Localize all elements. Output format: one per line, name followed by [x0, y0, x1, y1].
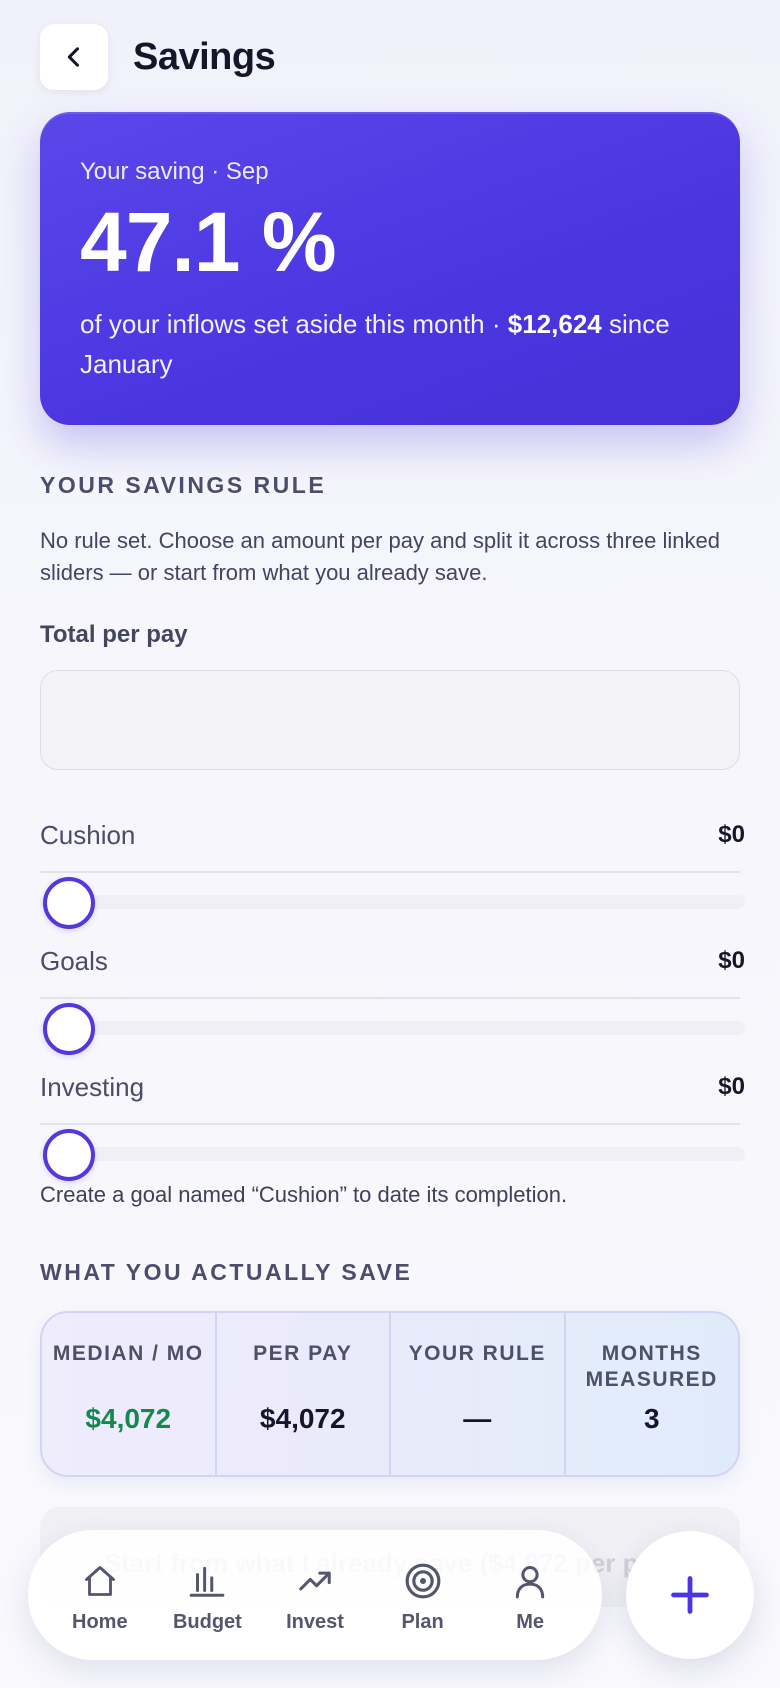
goals-slider-row: Goals $0 — [40, 941, 745, 1055]
actual-savings-stats: MEDIAN / MO $4,072 PER PAY $4,072 YOUR R… — [40, 1311, 740, 1477]
cushion-slider-track[interactable] — [40, 895, 745, 909]
nav-label: Budget — [172, 1610, 242, 1633]
target-icon — [403, 1557, 443, 1605]
savings-rate-label: Your saving · Sep — [80, 158, 269, 185]
bottom-nav: Home Budget Invest Plan Me — [28, 1530, 602, 1660]
page-title: Savings — [133, 35, 276, 78]
total-per-pay-label: Total per pay — [40, 621, 188, 648]
goals-slider-thumb[interactable] — [43, 1003, 95, 1055]
header: Savings — [40, 24, 276, 90]
investing-slider-amount: $0 — [718, 1073, 745, 1100]
cushion-slider-row: Cushion $0 — [40, 815, 745, 929]
stat-label: YOUR RULE — [408, 1342, 546, 1365]
stat-value: 3 — [643, 1403, 660, 1434]
cushion-slider-thumb[interactable] — [43, 877, 95, 929]
nav-label: Invest — [286, 1610, 344, 1633]
stat-value: — — [463, 1403, 492, 1434]
investing-slider-track[interactable] — [40, 1147, 745, 1161]
nav-item-plan[interactable]: Plan — [373, 1557, 473, 1634]
stat-label: MONTHS MEASURED — [585, 1342, 718, 1391]
nav-label: Plan — [401, 1610, 444, 1633]
stat-label: PER PAY — [253, 1342, 353, 1365]
goals-slider-track[interactable] — [40, 1021, 745, 1035]
goals-slider-label: Goals — [40, 945, 108, 976]
nav-item-me[interactable]: Me — [480, 1557, 580, 1634]
savings-rate-card: Your saving · Sep 47.1 % of your inflows… — [40, 112, 740, 425]
stat-label: MEDIAN / MO — [52, 1342, 204, 1365]
home-icon — [82, 1557, 118, 1605]
nav-item-budget[interactable]: Budget — [157, 1557, 257, 1634]
investing-slider-thumb[interactable] — [43, 1129, 95, 1181]
stat-value: $4,072 — [85, 1403, 172, 1434]
actual-savings-heading: WHAT YOU ACTUALLY SAVE — [40, 1259, 413, 1285]
bar-chart-icon — [188, 1557, 226, 1605]
nav-item-home[interactable]: Home — [50, 1557, 150, 1634]
savings-rate-value: 47.1 % — [80, 195, 337, 289]
stat-per-pay: PER PAY $4,072 — [217, 1313, 391, 1475]
chevron-left-icon — [67, 47, 80, 67]
divider — [40, 871, 740, 873]
stat-your-rule: YOUR RULE — — [391, 1313, 566, 1475]
plus-icon — [671, 1576, 709, 1614]
trending-up-icon — [296, 1557, 334, 1605]
hero-desc-prefix: of your inflows set aside this month · — [80, 309, 508, 339]
cushion-slider-label: Cushion — [40, 819, 136, 850]
cushion-goal-note: Create a goal named “Cushion” to date it… — [40, 1182, 568, 1207]
user-icon — [511, 1557, 549, 1605]
add-button[interactable] — [626, 1531, 754, 1659]
stat-months-measured: MONTHS MEASURED 3 — [566, 1313, 739, 1475]
divider — [40, 997, 740, 999]
savings-rule-heading: YOUR SAVINGS RULE — [40, 472, 327, 498]
total-per-pay-input[interactable] — [40, 670, 740, 770]
nav-item-invest[interactable]: Invest — [265, 1557, 365, 1634]
nav-label: Home — [72, 1610, 128, 1633]
stat-median-per-month: MEDIAN / MO $4,072 — [42, 1313, 217, 1475]
divider — [40, 1123, 740, 1125]
stat-value: $4,072 — [259, 1403, 346, 1434]
nav-label: Me — [516, 1610, 545, 1633]
cushion-slider-amount: $0 — [718, 821, 745, 848]
goals-slider-amount: $0 — [718, 947, 745, 974]
back-button[interactable] — [40, 24, 108, 90]
savings-rule-description: No rule set. Choose an amount per pay an… — [40, 528, 720, 585]
savings-rate-description: of your inflows set aside this month · $… — [80, 304, 700, 384]
hero-desc-amount: $12,624 — [507, 309, 602, 339]
investing-slider-label: Investing — [40, 1071, 145, 1102]
investing-slider-row: Investing $0 — [40, 1067, 745, 1181]
